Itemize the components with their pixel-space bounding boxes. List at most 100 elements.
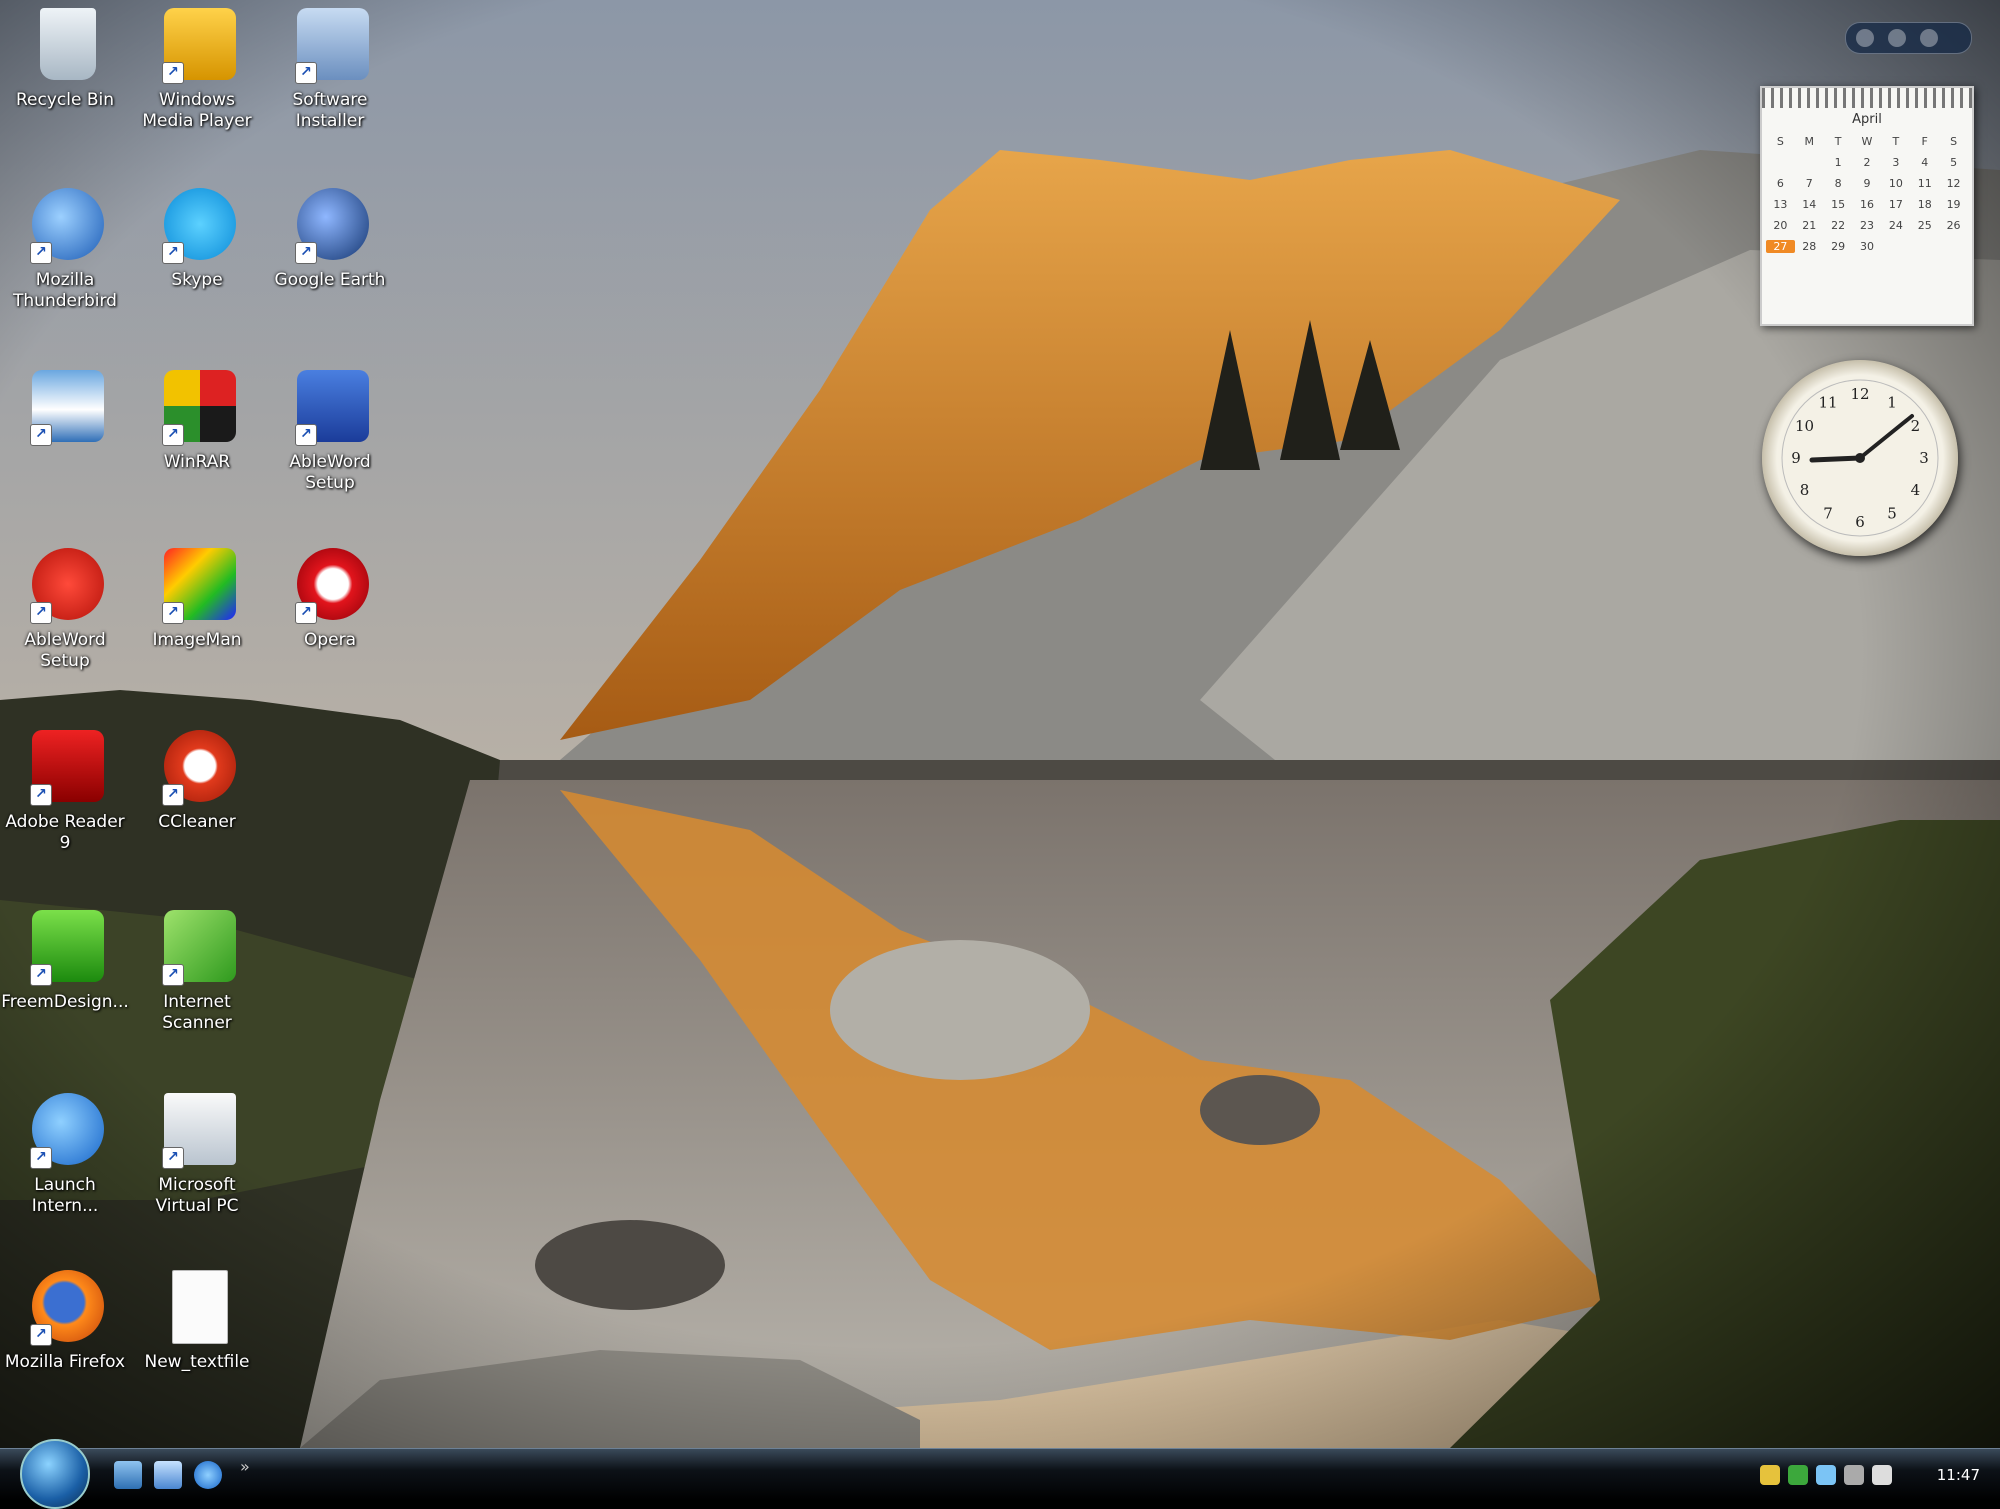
- clock-numeral: 1: [1887, 394, 1897, 412]
- shortcut-arrow-icon: ↗: [162, 964, 184, 986]
- calendar-day[interactable]: 15: [1824, 198, 1853, 211]
- calendar-weekday: T: [1834, 135, 1842, 148]
- winrar-icon[interactable]: ↗ WinRAR: [132, 362, 262, 532]
- shortcut-arrow-icon: ↗: [30, 784, 52, 806]
- recycle-bin-icon[interactable]: Recycle Bin: [0, 0, 130, 170]
- skype-icon[interactable]: ↗ Skype: [132, 180, 262, 350]
- calendar-day[interactable]: 30: [1853, 240, 1882, 253]
- calendar-weekday: W: [1861, 135, 1873, 148]
- quicklaunch-expand-icon[interactable]: »: [240, 1457, 254, 1485]
- clock-numeral: 4: [1911, 481, 1921, 499]
- calendar-day[interactable]: 6: [1766, 177, 1795, 190]
- clock-numeral: 10: [1795, 417, 1814, 435]
- show-desktop-icon[interactable]: [114, 1461, 142, 1489]
- google-earth-icon[interactable]: ↗ Google Earth: [265, 180, 395, 350]
- sidebar-nav-icon[interactable]: [1920, 29, 1938, 47]
- internet-explorer-icon[interactable]: [194, 1461, 222, 1489]
- calendar-day[interactable]: 7: [1795, 177, 1824, 190]
- desktop-icon-label: AbleWord Setup: [24, 630, 106, 671]
- sidebar-add-icon[interactable]: [1856, 29, 1874, 47]
- clock-numeral: 9: [1791, 449, 1801, 467]
- calendar-day[interactable]: 1: [1824, 156, 1853, 169]
- opera-icon[interactable]: ↗ Opera: [265, 540, 395, 710]
- calendar-day[interactable]: 5: [1939, 156, 1968, 169]
- imageman-icon[interactable]: ↗ ImageMan: [132, 540, 262, 710]
- shortcut-arrow-icon: ↗: [295, 602, 317, 624]
- document-icon: [172, 1270, 228, 1344]
- calendar-day[interactable]: 13: [1766, 198, 1795, 211]
- clock-time[interactable]: 11:47: [1937, 1466, 1980, 1484]
- desktop-icon-label: WinRAR: [163, 452, 231, 472]
- calendar-day[interactable]: 14: [1795, 198, 1824, 211]
- calendar-day[interactable]: 20: [1766, 219, 1795, 232]
- desktop-icon-grid: Recycle Bin ↗ Mozilla Thunderbird ↗ ↗ Ab…: [0, 0, 420, 1440]
- freemdesign-icon[interactable]: ↗ FreemDesign...: [0, 902, 130, 1072]
- calendar-day[interactable]: 16: [1853, 198, 1882, 211]
- desktop-icon-label: Google Earth: [274, 270, 386, 290]
- clock-numeral: 6: [1855, 513, 1865, 531]
- clock-numeral: 3: [1919, 449, 1929, 467]
- text-file-icon[interactable]: New_textfile: [132, 1262, 262, 1432]
- calendar-day[interactable]: 18: [1910, 198, 1939, 211]
- desktop-icon-label: ImageMan: [152, 630, 242, 650]
- tray-app-icon[interactable]: [1760, 1465, 1780, 1485]
- calendar-day[interactable]: 25: [1910, 219, 1939, 232]
- switch-windows-icon[interactable]: [154, 1461, 182, 1489]
- calendar-day[interactable]: 12: [1939, 177, 1968, 190]
- volume-icon[interactable]: [1844, 1465, 1864, 1485]
- taskbar: » 11:47: [0, 1439, 2000, 1509]
- calendar-grid: S M T W T F S 1 2 3 4 5 6 7 8 9 10 11 12 13 14 15 16 17 18 19 20 21…: [1762, 131, 1972, 253]
- shortcut-arrow-icon: ↗: [162, 602, 184, 624]
- network-icon[interactable]: [1816, 1465, 1836, 1485]
- internet-explorer-icon[interactable]: ↗ Launch Intern...: [0, 1085, 130, 1255]
- power-icon[interactable]: [1872, 1465, 1892, 1485]
- calendar-day[interactable]: 26: [1939, 219, 1968, 232]
- internet-scanner-icon[interactable]: ↗ Internet Scanner: [132, 902, 262, 1072]
- calendar-day[interactable]: 10: [1881, 177, 1910, 190]
- shortcut-arrow-icon: ↗: [30, 1324, 52, 1346]
- desktop-icon-label: Windows Media Player: [142, 90, 252, 131]
- calendar-day[interactable]: 4: [1910, 156, 1939, 169]
- trash-icon: [40, 8, 96, 80]
- start-button[interactable]: [20, 1439, 90, 1509]
- calendar-day[interactable]: 21: [1795, 219, 1824, 232]
- calendar-day[interactable]: 28: [1795, 240, 1824, 253]
- calendar-day[interactable]: 17: [1881, 198, 1910, 211]
- calendar-weekday: M: [1804, 135, 1815, 148]
- firefox-icon[interactable]: ↗ Mozilla Firefox: [0, 1262, 130, 1432]
- calendar-day[interactable]: 19: [1939, 198, 1968, 211]
- calendar-weekday: S: [1776, 135, 1784, 148]
- calendar-day[interactable]: 24: [1881, 219, 1910, 232]
- calendar-day[interactable]: 9: [1853, 177, 1882, 190]
- ccleaner-icon[interactable]: ↗ CCleaner: [132, 722, 262, 892]
- desktop-icon-label: Adobe Reader 9: [5, 812, 125, 853]
- calendar-day[interactable]: 22: [1824, 219, 1853, 232]
- desktop-icon-label: Skype: [171, 270, 223, 290]
- software-installer-icon[interactable]: ↗ Software Installer: [265, 0, 395, 170]
- ableword-setup-icon[interactable]: ↗ AbleWord Setup: [265, 362, 395, 532]
- calendar-day[interactable]: 11: [1910, 177, 1939, 190]
- calendar-gadget[interactable]: April S M T W T F S 1 2 3 4 5 6 7 8 9 10 11 12 13 14 15 16 17 18…: [1760, 86, 1974, 326]
- tray-app-icon[interactable]: [1788, 1465, 1808, 1485]
- clock-gadget[interactable]: 12 1 2 3 4 5 6 7 8 9 10 11: [1762, 360, 1958, 556]
- media-player-icon[interactable]: ↗ Windows Media Player: [132, 0, 262, 170]
- control-panel-icon[interactable]: ↗: [0, 362, 130, 532]
- calendar-day[interactable]: 8: [1824, 177, 1853, 190]
- calendar-day[interactable]: 29: [1824, 240, 1853, 253]
- virtual-pc-icon[interactable]: ↗ Microsoft Virtual PC: [132, 1085, 262, 1255]
- hour-hand: [1809, 455, 1863, 463]
- calendar-day[interactable]: 23: [1853, 219, 1882, 232]
- sidebar-nav-icon[interactable]: [1888, 29, 1906, 47]
- thunderbird-icon[interactable]: ↗ Mozilla Thunderbird: [0, 180, 130, 350]
- adobe-reader-icon[interactable]: ↗ Adobe Reader 9: [0, 722, 130, 892]
- calendar-today[interactable]: 27: [1766, 240, 1795, 253]
- clock-numeral: 11: [1818, 394, 1837, 412]
- calendar-day: [1766, 156, 1795, 169]
- shortcut-arrow-icon: ↗: [162, 784, 184, 806]
- sidebar-controls[interactable]: [1845, 22, 1972, 54]
- ableword-icon[interactable]: ↗ AbleWord Setup: [0, 540, 130, 710]
- shortcut-arrow-icon: ↗: [295, 424, 317, 446]
- calendar-day[interactable]: 2: [1853, 156, 1882, 169]
- desktop-icon-label: Opera: [303, 630, 357, 650]
- calendar-day[interactable]: 3: [1881, 156, 1910, 169]
